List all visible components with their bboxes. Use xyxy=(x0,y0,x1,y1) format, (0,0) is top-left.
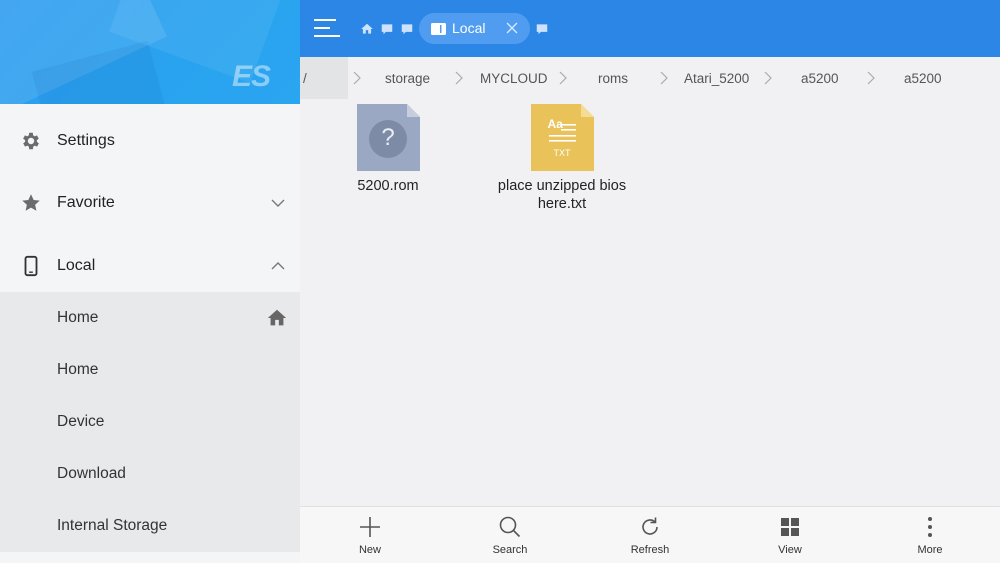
chevron-right-icon xyxy=(867,71,875,85)
sidebar-item-label: Local xyxy=(57,257,96,274)
sidebar-item-internal-storage[interactable]: Internal Storage xyxy=(0,500,300,552)
chevron-right-icon xyxy=(559,71,567,85)
search-button[interactable]: Search xyxy=(440,507,580,563)
sidebar-item-label: Download xyxy=(57,465,126,482)
sidebar-item-label: Settings xyxy=(57,132,115,149)
chevron-right-icon xyxy=(455,71,463,85)
drawer-bottom xyxy=(0,552,300,563)
sidebar-item-label: Favorite xyxy=(57,194,115,211)
refresh-button[interactable]: Refresh xyxy=(580,507,720,563)
top-toolbar: Local xyxy=(300,0,1000,57)
gear-icon xyxy=(20,130,42,152)
file-name: place unzipped bios here.txt xyxy=(497,178,627,212)
window-icon xyxy=(431,22,446,35)
sidebar-item-favorite[interactable]: Favorite xyxy=(0,177,300,229)
breadcrumb-item[interactable]: storage xyxy=(385,57,430,99)
file-glyph-bottom: TXT xyxy=(553,148,571,158)
breadcrumb-item[interactable]: roms xyxy=(598,57,628,99)
sidebar-item-label: Device xyxy=(57,413,105,430)
breadcrumb-item-root[interactable]: / xyxy=(300,57,348,99)
chevron-up-icon[interactable] xyxy=(270,258,286,274)
sidebar-item-label: Home xyxy=(57,361,99,378)
tab-label: Local xyxy=(452,20,486,36)
text-file-icon: Aa TXT xyxy=(530,104,594,171)
sidebar-item-download[interactable]: Download xyxy=(0,448,300,500)
local-submenu: Home Home Device Download Internal Stora… xyxy=(0,292,300,552)
sidebar-item-label: Home xyxy=(57,309,99,326)
menu-icon[interactable] xyxy=(314,17,340,39)
breadcrumb-item[interactable]: a5200 xyxy=(801,57,839,99)
chevron-right-icon xyxy=(353,71,361,85)
phone-icon xyxy=(20,255,42,277)
breadcrumb-item[interactable]: MYCLOUD xyxy=(480,57,548,99)
sidebar-item-settings[interactable]: Settings xyxy=(0,115,300,167)
sidebar-item-label: Internal Storage xyxy=(57,517,168,534)
file-glyph-top: Aa xyxy=(547,117,563,131)
window-icon[interactable] xyxy=(380,22,394,41)
navigation-drawer: ES Settings Favorite Local Home Home Dev… xyxy=(0,0,300,563)
breadcrumb: / storage MYCLOUD roms Atari_5200 a5200 … xyxy=(300,57,1000,99)
breadcrumb-item-current[interactable]: a5200 xyxy=(904,57,942,99)
chevron-right-icon xyxy=(660,71,668,85)
sidebar-item-home-2[interactable]: Home xyxy=(0,344,300,396)
es-logo: ES xyxy=(232,60,271,93)
plus-icon xyxy=(360,517,380,537)
star-icon xyxy=(20,192,42,214)
home-icon[interactable] xyxy=(360,22,374,41)
drawer-header: ES xyxy=(0,0,300,104)
breadcrumb-item[interactable]: Atari_5200 xyxy=(684,57,749,99)
tab-local[interactable]: Local xyxy=(419,13,530,44)
chevron-right-icon xyxy=(764,71,772,85)
home-icon[interactable] xyxy=(266,307,288,329)
sidebar-item-local[interactable]: Local xyxy=(0,240,300,292)
refresh-icon xyxy=(642,517,658,535)
window-icon[interactable] xyxy=(535,22,549,41)
file-glyph: ? xyxy=(381,124,395,151)
search-icon xyxy=(499,516,521,538)
new-label: New xyxy=(358,544,381,556)
view-button[interactable]: View xyxy=(720,507,860,563)
file-item[interactable]: Aa TXT place unzipped bios here.txt xyxy=(486,104,638,213)
window-icons xyxy=(360,22,414,41)
more-vertical-icon xyxy=(928,517,932,537)
file-name: 5200.rom xyxy=(357,178,419,194)
more-button[interactable]: More xyxy=(860,507,1000,563)
more-label: More xyxy=(917,544,943,556)
bottom-toolbar: New Search Refresh View More xyxy=(300,506,1000,563)
view-label: View xyxy=(778,544,802,556)
grid-icon xyxy=(781,518,799,536)
window-icon[interactable] xyxy=(400,22,414,41)
chevron-down-icon[interactable] xyxy=(270,195,286,211)
unknown-file-icon: ? xyxy=(356,104,420,171)
new-button[interactable]: New xyxy=(300,507,440,563)
refresh-label: Refresh xyxy=(630,544,670,556)
sidebar-item-home[interactable]: Home xyxy=(0,292,300,344)
close-icon[interactable] xyxy=(505,21,519,35)
sidebar-item-device[interactable]: Device xyxy=(0,396,300,448)
search-label: Search xyxy=(492,544,528,556)
file-item[interactable]: ? 5200.rom xyxy=(336,104,440,195)
